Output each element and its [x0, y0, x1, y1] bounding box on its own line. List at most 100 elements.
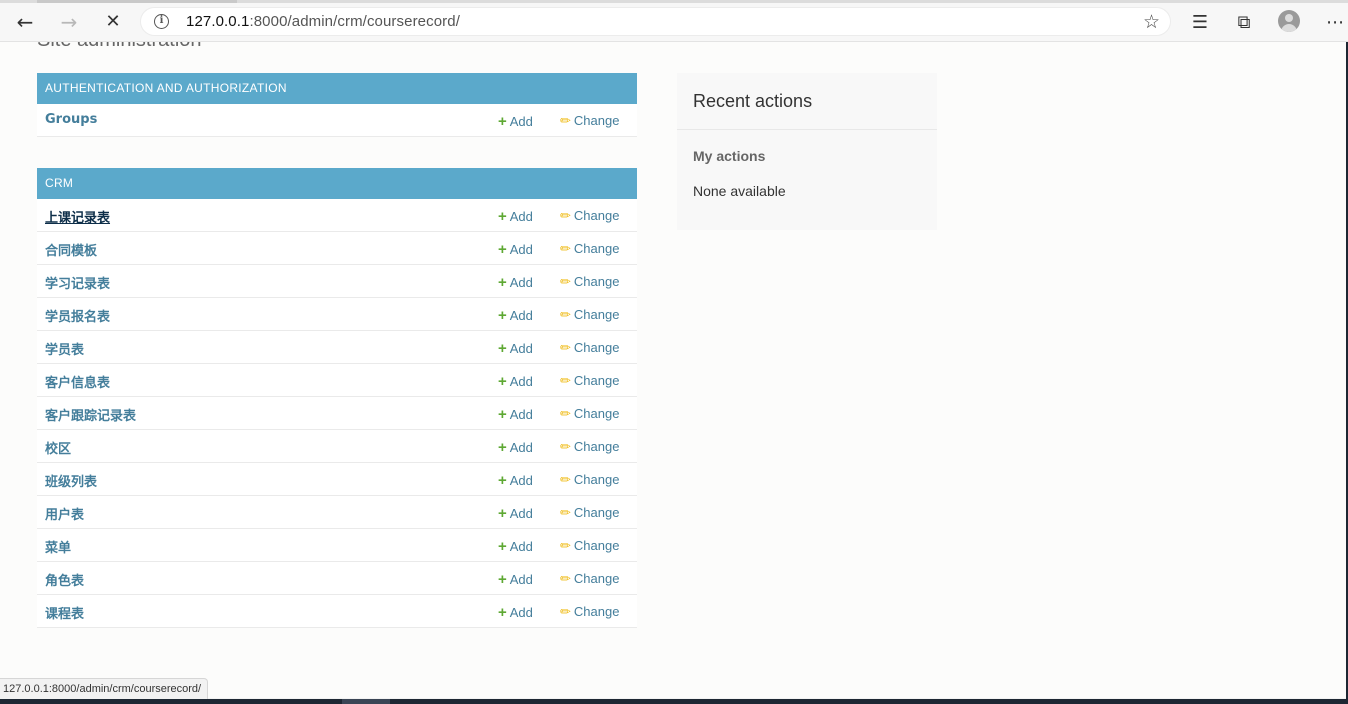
back-arrow-icon[interactable]: ← — [11, 8, 39, 36]
pencil-icon: ✏ — [560, 208, 571, 223]
add-link[interactable]: + Add — [498, 505, 533, 522]
model-link[interactable]: 学习记录表 — [45, 273, 110, 292]
table-row: 校区 + Add ✏ Change — [37, 430, 637, 463]
change-link[interactable]: ✏ Change — [560, 472, 619, 488]
model-link[interactable]: 角色表 — [45, 570, 84, 589]
model-link[interactable]: 课程表 — [45, 603, 84, 622]
status-bar-url: 127.0.0.1:8000/admin/crm/courserecord/ — [0, 678, 209, 701]
forward-arrow-icon[interactable]: → — [55, 8, 83, 36]
change-link[interactable]: ✏ Change — [560, 604, 619, 620]
table-row: 客户信息表 + Add ✏ Change — [37, 364, 637, 397]
model-link[interactable]: 客户信息表 — [45, 372, 110, 391]
module-caption-auth[interactable]: AUTHENTICATION AND AUTHORIZATION — [37, 73, 637, 104]
add-link[interactable]: + Add — [498, 208, 533, 225]
pencil-icon: ✏ — [560, 113, 571, 128]
pencil-icon: ✏ — [560, 241, 571, 256]
model-link-groups[interactable]: Groups — [45, 112, 97, 127]
table-row: 上课记录表 + Add ✏ Change — [37, 199, 637, 232]
add-link[interactable]: + Add — [498, 571, 533, 588]
crm-rows: 上课记录表 + Add ✏ Change 合同模板 + Add ✏ Change 学习记录表 + Add… — [37, 199, 637, 628]
model-link[interactable]: 用户表 — [45, 504, 84, 523]
plus-icon: + — [498, 208, 507, 225]
url-text[interactable]: 127.0.0.1:8000/admin/crm/courserecord/ — [186, 13, 460, 30]
pencil-icon: ✏ — [560, 340, 571, 355]
pencil-icon: ✏ — [560, 439, 571, 454]
star-icon[interactable]: ☆ — [1143, 11, 1160, 33]
model-link[interactable]: 上课记录表 — [45, 207, 110, 226]
taskbar — [0, 699, 1348, 704]
change-link[interactable]: ✏ Change — [560, 274, 619, 290]
change-link[interactable]: ✏ Change — [560, 373, 619, 389]
add-link[interactable]: + Add — [498, 274, 533, 291]
plus-icon: + — [498, 604, 507, 621]
change-link[interactable]: ✏ Change — [560, 340, 619, 356]
model-link[interactable]: 合同模板 — [45, 240, 97, 259]
table-row: 学员报名表 + Add ✏ Change — [37, 298, 637, 331]
table-row: 用户表 + Add ✏ Change — [37, 496, 637, 529]
more-icon[interactable]: ⋯ — [1322, 9, 1348, 35]
change-link[interactable]: ✏ Change — [560, 406, 619, 422]
table-row: 菜单 + Add ✏ Change — [37, 529, 637, 562]
model-link[interactable]: 学员表 — [45, 339, 84, 358]
table-row: 合同模板 + Add ✏ Change — [37, 232, 637, 265]
add-link[interactable]: + Add — [498, 340, 533, 357]
crm-module: CRM 上课记录表 + Add ✏ Change 合同模板 + Add ✏ Change 学习记录表… — [37, 168, 637, 628]
site-info-icon[interactable]: i — [154, 14, 169, 29]
table-row: 学员表 + Add ✏ Change — [37, 331, 637, 364]
page-title: Site administration — [37, 42, 202, 52]
add-link[interactable]: + Add — [498, 538, 533, 555]
change-link[interactable]: ✏ Change — [560, 571, 619, 587]
my-actions-heading: My actions — [693, 148, 766, 164]
plus-icon: + — [498, 241, 507, 258]
recent-actions-title: Recent actions — [693, 91, 813, 111]
change-link[interactable]: ✏ Change — [560, 439, 619, 455]
change-link[interactable]: ✏ Change — [560, 208, 619, 224]
tab-strip — [0, 0, 1348, 3]
change-link[interactable]: ✏ Change — [560, 241, 619, 257]
add-link[interactable]: + Add — [498, 113, 533, 130]
table-row: 课程表 + Add ✏ Change — [37, 595, 637, 628]
pencil-icon: ✏ — [560, 472, 571, 487]
plus-icon: + — [498, 113, 507, 130]
add-link[interactable]: + Add — [498, 307, 533, 324]
plus-icon: + — [498, 505, 507, 522]
change-link[interactable]: ✏ Change — [560, 505, 619, 521]
pencil-icon: ✏ — [560, 406, 571, 421]
browser-toolbar: ← → ✕ i 127.0.0.1:8000/admin/crm/courser… — [0, 0, 1348, 42]
admin-page: Site administration AUTHENTICATION AND A… — [0, 42, 1346, 698]
plus-icon: + — [498, 340, 507, 357]
no-actions-text: None available — [693, 183, 786, 199]
plus-icon: + — [498, 472, 507, 489]
table-row: 客户跟踪记录表 + Add ✏ Change — [37, 397, 637, 430]
address-bar[interactable]: i 127.0.0.1:8000/admin/crm/courserecord/… — [140, 7, 1171, 36]
pencil-icon: ✏ — [560, 505, 571, 520]
plus-icon: + — [498, 373, 507, 390]
change-link[interactable]: ✏ Change — [560, 113, 619, 129]
table-row: 角色表 + Add ✏ Change — [37, 562, 637, 595]
module-caption-crm[interactable]: CRM — [37, 168, 637, 199]
profile-icon[interactable] — [1278, 10, 1300, 32]
collections-icon[interactable]: ⧉ — [1231, 9, 1257, 35]
model-link[interactable]: 客户跟踪记录表 — [45, 405, 136, 424]
add-link[interactable]: + Add — [498, 439, 533, 456]
add-link[interactable]: + Add — [498, 472, 533, 489]
pencil-icon: ✏ — [560, 274, 571, 289]
stop-loading-icon[interactable]: ✕ — [99, 8, 127, 36]
table-row: Groups + Add ✏ Change — [37, 104, 637, 137]
add-link[interactable]: + Add — [498, 604, 533, 621]
model-link[interactable]: 校区 — [45, 438, 71, 457]
model-link[interactable]: 学员报名表 — [45, 306, 110, 325]
change-link[interactable]: ✏ Change — [560, 307, 619, 323]
favorites-icon[interactable]: ☰ — [1187, 9, 1213, 35]
change-link[interactable]: ✏ Change — [560, 538, 619, 554]
divider — [677, 129, 937, 130]
add-link[interactable]: + Add — [498, 241, 533, 258]
add-link[interactable]: + Add — [498, 373, 533, 390]
pencil-icon: ✏ — [560, 307, 571, 322]
model-link[interactable]: 班级列表 — [45, 471, 97, 490]
model-link[interactable]: 菜单 — [45, 537, 71, 556]
pencil-icon: ✏ — [560, 373, 571, 388]
plus-icon: + — [498, 307, 507, 324]
pencil-icon: ✏ — [560, 571, 571, 586]
add-link[interactable]: + Add — [498, 406, 533, 423]
